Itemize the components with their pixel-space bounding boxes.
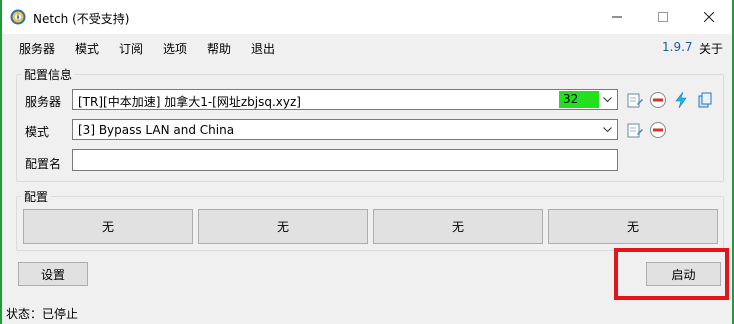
menu-servers[interactable]: 服务器 bbox=[19, 40, 55, 57]
edit-mode-icon[interactable] bbox=[626, 121, 644, 139]
latency-badge: 32 bbox=[559, 91, 599, 108]
server-select[interactable]: [TR][中本加速] 加拿大1-[网址zbjsq.xyz] 32 bbox=[72, 89, 618, 110]
profiles-group-label: 配置 bbox=[22, 188, 51, 205]
delete-mode-icon[interactable] bbox=[649, 121, 667, 139]
settings-button[interactable]: 设置 bbox=[18, 262, 88, 286]
mode-select-value: [3] Bypass LAN and China bbox=[78, 123, 235, 137]
profile-slot-1[interactable]: 无 bbox=[23, 209, 193, 244]
config-info-group-label: 配置信息 bbox=[22, 66, 75, 83]
netch-app-icon bbox=[10, 9, 26, 25]
server-label: 服务器 bbox=[25, 95, 62, 109]
profile-slot-4[interactable]: 无 bbox=[548, 209, 718, 244]
minimize-icon bbox=[612, 16, 622, 18]
profile-name-label: 配置名 bbox=[25, 157, 62, 171]
menu-options[interactable]: 选项 bbox=[163, 40, 187, 57]
menu-subscription[interactable]: 订阅 bbox=[119, 40, 143, 57]
maximize-button[interactable] bbox=[640, 0, 686, 34]
speed-test-icon[interactable] bbox=[672, 91, 690, 109]
server-select-value: [TR][中本加速] 加拿大1-[网址zbjsq.xyz] bbox=[78, 95, 301, 109]
menu-bar: 服务器 模式 订阅 选项 帮助 退出 1.9.7 关于 bbox=[2, 34, 732, 60]
menu-mode[interactable]: 模式 bbox=[75, 40, 99, 57]
menu-exit[interactable]: 退出 bbox=[251, 40, 275, 57]
status-text: 状态：已停止 bbox=[6, 307, 79, 321]
mode-select[interactable]: [3] Bypass LAN and China bbox=[72, 119, 618, 140]
maximize-icon bbox=[658, 12, 668, 22]
close-button[interactable] bbox=[686, 0, 732, 34]
copy-server-icon[interactable] bbox=[696, 91, 714, 109]
profile-slot-3[interactable]: 无 bbox=[373, 209, 543, 244]
version-link[interactable]: 1.9.7 bbox=[662, 40, 693, 54]
close-icon bbox=[704, 12, 714, 22]
mode-label: 模式 bbox=[25, 125, 50, 139]
status-bar: 状态：已停止 bbox=[2, 302, 732, 324]
menu-help[interactable]: 帮助 bbox=[207, 40, 231, 57]
start-button-highlight bbox=[614, 248, 729, 300]
profile-slot-2[interactable]: 无 bbox=[198, 209, 368, 244]
delete-server-icon[interactable] bbox=[649, 91, 667, 109]
title-bar[interactable]: Netch (不受支持) bbox=[2, 0, 732, 34]
menu-about[interactable]: 关于 bbox=[699, 40, 723, 57]
chevron-down-icon bbox=[600, 121, 614, 138]
chevron-down-icon bbox=[600, 91, 614, 108]
minimize-button[interactable] bbox=[594, 0, 640, 34]
edit-server-icon[interactable] bbox=[626, 91, 644, 109]
window-title: Netch (不受支持) bbox=[33, 12, 130, 26]
profile-name-input[interactable] bbox=[72, 149, 618, 171]
